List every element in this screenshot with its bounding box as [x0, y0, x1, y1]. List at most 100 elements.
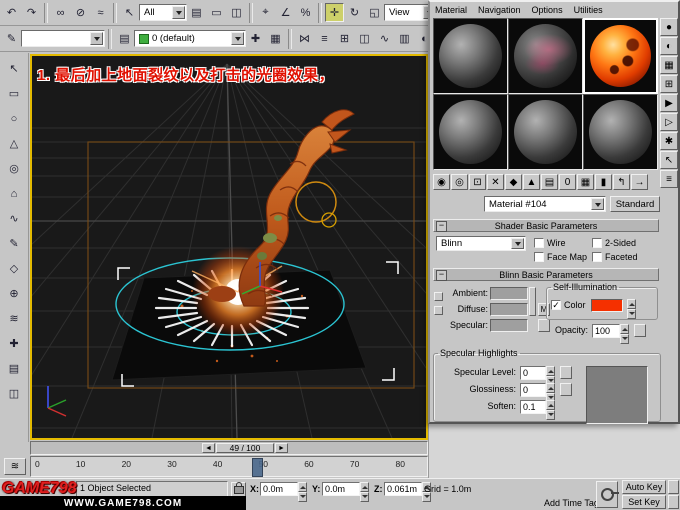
collapse-icon[interactable]: [436, 221, 447, 232]
opacity-value[interactable]: 100: [592, 324, 620, 338]
shader-type-dropdown[interactable]: Blinn: [436, 236, 526, 251]
previous-frame-button[interactable]: ◄: [202, 443, 215, 453]
specular-color-swatch[interactable]: [490, 319, 528, 332]
time-slider-frame-button[interactable]: 49 / 100: [216, 443, 274, 453]
select-tool-icon[interactable]: ↖: [4, 58, 25, 79]
menu-material[interactable]: Material: [435, 5, 467, 15]
mirror-icon[interactable]: ⋈: [295, 29, 314, 48]
material-type-button[interactable]: Standard: [610, 196, 660, 212]
ambient-diffuse-lock-icon[interactable]: [434, 292, 443, 301]
selection-filter-dropdown[interactable]: All: [139, 4, 187, 21]
get-material-icon[interactable]: ◉: [433, 174, 450, 190]
window-tool-icon[interactable]: ◫: [4, 383, 25, 404]
soften-value[interactable]: 0.1: [520, 400, 546, 414]
material-name-dropdown[interactable]: Material #104: [484, 196, 606, 212]
select-and-move-icon[interactable]: ✛: [325, 3, 344, 22]
self-illumination-spinner[interactable]: [627, 299, 636, 319]
specular-level-value[interactable]: 0: [520, 366, 546, 380]
material-sample-slot-4[interactable]: [433, 94, 508, 170]
soften-field[interactable]: 0.1: [520, 400, 555, 420]
material-sample-slot-5[interactable]: [508, 94, 583, 170]
edit-named-selections-icon[interactable]: ✎: [2, 29, 21, 48]
redo-icon[interactable]: ↷: [22, 3, 41, 22]
put-material-to-scene-icon[interactable]: ◎: [451, 174, 468, 190]
select-and-link-icon[interactable]: ∞: [51, 3, 70, 22]
align-icon[interactable]: ≡: [315, 29, 334, 48]
menu-options[interactable]: Options: [532, 5, 563, 15]
face-map-checkbox[interactable]: Face Map: [534, 252, 587, 262]
select-and-rotate-icon[interactable]: ↻: [345, 3, 364, 22]
faceted-checkbox[interactable]: Faceted: [592, 252, 638, 262]
next-frame-button[interactable]: ►: [275, 443, 288, 453]
current-frame-marker[interactable]: [252, 458, 263, 477]
show-end-result-icon[interactable]: ▮: [595, 174, 612, 190]
select-and-scale-icon[interactable]: ◱: [365, 3, 384, 22]
set-key-button[interactable]: Set Key: [622, 495, 666, 509]
x-coordinate-field[interactable]: 0.0m: [260, 482, 307, 502]
glossiness-spinner[interactable]: [546, 383, 555, 403]
material-sample-slot-6[interactable]: [583, 94, 658, 170]
select-by-name-icon[interactable]: ▤: [187, 3, 206, 22]
y-coordinate-value[interactable]: 0.0m: [322, 482, 360, 496]
shader-basic-parameters-rollout[interactable]: Shader Basic Parameters: [433, 219, 659, 232]
add-time-tag[interactable]: Add Time Tag: [544, 498, 599, 508]
opacity-field[interactable]: 100: [592, 324, 629, 344]
make-unique-icon[interactable]: ▲: [523, 174, 540, 190]
layer-dropdown[interactable]: 0 (default): [134, 30, 246, 47]
curve-tool-icon[interactable]: ∿: [4, 208, 25, 229]
material-effects-channel-icon[interactable]: 0: [559, 174, 576, 190]
rectangle-tool-icon[interactable]: ▭: [4, 83, 25, 104]
self-illumination-color-swatch[interactable]: [591, 299, 623, 312]
unlink-selection-icon[interactable]: ⊘: [71, 3, 90, 22]
assign-material-to-selection-icon[interactable]: ⊡: [469, 174, 486, 190]
schematic-view-icon[interactable]: ▥: [395, 29, 414, 48]
opacity-spinner[interactable]: [620, 324, 629, 344]
named-selection-sets-dropdown[interactable]: [21, 30, 105, 47]
undo-icon[interactable]: ↶: [2, 3, 21, 22]
specular-level-map-button[interactable]: [560, 366, 572, 379]
track-bar[interactable]: 0 10 20 30 40 50 60 70 80: [30, 456, 428, 477]
glossiness-map-button[interactable]: [560, 383, 572, 396]
rectangular-selection-region-icon[interactable]: ▭: [207, 3, 226, 22]
set-keys-button[interactable]: [596, 481, 619, 508]
reset-map-icon[interactable]: ✕: [487, 174, 504, 190]
put-to-library-icon[interactable]: ▤: [541, 174, 558, 190]
wire-checkbox[interactable]: Wire: [534, 238, 566, 248]
time-slider[interactable]: ◄ 49 / 100 ►: [30, 441, 428, 455]
list-tool-icon[interactable]: ▤: [4, 358, 25, 379]
material-sample-slot-1[interactable]: [433, 18, 508, 94]
dropdown-arrow-icon[interactable]: [172, 6, 185, 19]
diffuse-color-swatch[interactable]: [490, 303, 528, 316]
sample-type-icon[interactable]: ●: [660, 18, 678, 36]
diffuse-specular-lock-icon[interactable]: [434, 306, 443, 315]
sample-uv-tiling-icon[interactable]: ⊞: [660, 75, 678, 93]
home-grid-icon[interactable]: ⌂: [4, 183, 25, 204]
x-spinner[interactable]: [298, 482, 307, 502]
backlight-icon[interactable]: ◐: [660, 37, 678, 55]
y-spinner[interactable]: [360, 482, 369, 502]
layer-properties-icon[interactable]: ▦: [266, 29, 285, 48]
specular-level-spinner[interactable]: [546, 366, 555, 386]
ambient-color-swatch[interactable]: [490, 287, 528, 300]
percent-snap-toggle-icon[interactable]: %: [296, 3, 315, 22]
circle-tool-icon[interactable]: ○: [4, 108, 25, 129]
z-coordinate-value[interactable]: 0.061m: [384, 482, 422, 496]
layer-manager-icon[interactable]: ▤: [115, 29, 134, 48]
collapse-icon[interactable]: [436, 270, 447, 281]
auto-key-button[interactable]: Auto Key: [622, 480, 666, 494]
angle-snap-toggle-icon[interactable]: ∠: [276, 3, 295, 22]
dropdown-arrow-icon[interactable]: [591, 198, 604, 210]
material-map-navigator-icon[interactable]: ≡: [660, 170, 678, 188]
material-sample-slot-2[interactable]: [508, 18, 583, 94]
bind-to-space-warp-icon[interactable]: ≈: [91, 3, 110, 22]
dropdown-arrow-icon[interactable]: [90, 32, 103, 45]
window-crossing-toggle-icon[interactable]: ◫: [227, 3, 246, 22]
glossiness-field[interactable]: 0: [520, 383, 555, 403]
material-editor-options-icon[interactable]: ✱: [660, 132, 678, 150]
x-coordinate-value[interactable]: 0.0m: [260, 482, 298, 496]
show-map-in-viewport-icon[interactable]: ▦: [577, 174, 594, 190]
create-new-layer-icon[interactable]: ✚: [246, 29, 265, 48]
menu-utilities[interactable]: Utilities: [574, 5, 603, 15]
ambient-diffuse-map-lock-icon[interactable]: [529, 287, 536, 316]
target-tool-icon[interactable]: ◎: [4, 158, 25, 179]
